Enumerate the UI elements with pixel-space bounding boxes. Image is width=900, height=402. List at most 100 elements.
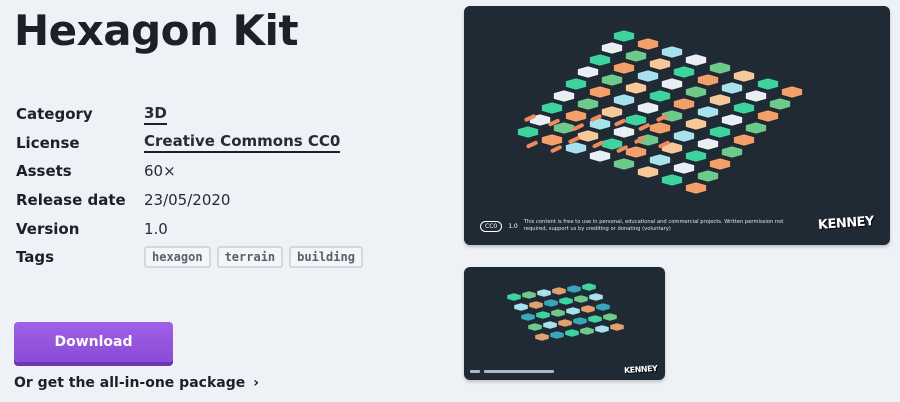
- hex-tile: [744, 89, 768, 103]
- license-link[interactable]: Creative Commons CC0: [144, 132, 341, 154]
- hex-tile: [588, 53, 612, 67]
- preview-image-main[interactable]: CC0 1.0 This content is free to use in p…: [464, 6, 890, 245]
- hex-tile: [576, 97, 600, 111]
- release-date-label: Release date: [16, 191, 126, 210]
- hex-tile: [624, 81, 648, 95]
- hex-tile: [587, 314, 603, 324]
- hex-tile: [576, 129, 600, 143]
- hex-tile: [696, 137, 720, 151]
- hex-tile: [672, 161, 696, 175]
- hex-tile: [534, 332, 550, 342]
- license-notice-mini: [470, 367, 560, 375]
- hex-tile: [612, 61, 636, 75]
- hex-tile: [552, 89, 576, 103]
- cc-notice-text: This content is free to use in personal,…: [523, 219, 784, 232]
- hex-tile: [648, 121, 672, 135]
- hex-tile: [660, 45, 684, 59]
- hex-tile: [521, 290, 537, 300]
- hex-tile: [594, 324, 610, 334]
- hex-tiles-illustration: [516, 29, 804, 195]
- hex-tile: [660, 173, 684, 187]
- hex-tile: [648, 57, 672, 71]
- hex-tile: [612, 157, 636, 171]
- hex-tile: [543, 298, 559, 308]
- hex-tile: [684, 149, 708, 163]
- hex-tile: [550, 308, 566, 318]
- preview-image-thumbnail[interactable]: KENNEY: [464, 267, 665, 380]
- hex-tile: [684, 181, 708, 195]
- asset-details: Category 3D License Creative Commons CC0…: [16, 100, 456, 272]
- road-piece: [572, 123, 584, 131]
- release-date-row: Release date 23/05/2020: [16, 186, 456, 215]
- road-piece: [614, 118, 626, 127]
- hex-tile: [600, 105, 624, 119]
- hex-tile: [609, 322, 625, 332]
- category-link[interactable]: 3D: [144, 104, 167, 125]
- hex-tile: [580, 304, 596, 314]
- tag-terrain[interactable]: terrain: [216, 246, 284, 269]
- hex-tile: [720, 81, 744, 95]
- hex-tile: [540, 101, 564, 115]
- hex-tile: [624, 49, 648, 63]
- all-in-one-link[interactable]: Or get the all-in-one package ›: [14, 375, 259, 391]
- license-row: License Creative Commons CC0: [16, 129, 456, 158]
- hex-tile: [542, 320, 558, 330]
- hex-tile: [566, 284, 582, 294]
- hex-tile: [564, 109, 588, 123]
- assets-row: Assets 60×: [16, 157, 456, 186]
- hex-tile: [756, 109, 780, 123]
- hex-tile: [513, 302, 529, 312]
- hex-tile: [602, 312, 618, 322]
- hex-tile: [708, 93, 732, 107]
- assets-value: 60×: [144, 162, 176, 181]
- hex-tile: [684, 53, 708, 67]
- tag-building[interactable]: building: [289, 246, 363, 269]
- tags-row: Tags hexagon terrain building: [16, 243, 456, 272]
- hex-tile: [696, 73, 720, 87]
- hex-tile: [564, 328, 580, 338]
- hex-tile: [565, 306, 581, 316]
- chevron-right-icon: ›: [253, 375, 259, 391]
- license-notice: CC0 1.0 This content is free to use in p…: [480, 219, 784, 233]
- hex-tile: [672, 129, 696, 143]
- hex-tile: [636, 37, 660, 51]
- hex-tile: [528, 300, 544, 310]
- license-label: License: [16, 133, 80, 152]
- hex-tile: [768, 97, 792, 111]
- assets-label: Assets: [16, 162, 72, 181]
- hex-tile: [624, 113, 648, 127]
- download-button[interactable]: Download: [14, 322, 173, 362]
- hex-tile: [612, 29, 636, 43]
- hex-tile: [588, 292, 604, 302]
- hex-tile: [636, 69, 660, 83]
- hex-tile: [588, 149, 612, 163]
- tag-hexagon[interactable]: hexagon: [144, 246, 211, 269]
- hex-tile: [708, 125, 732, 139]
- hex-tile: [684, 85, 708, 99]
- hex-tile: [506, 292, 522, 302]
- hex-tile: [549, 330, 565, 340]
- hex-tile: [696, 169, 720, 183]
- hex-tile: [708, 61, 732, 75]
- all-in-one-label: Or get the all-in-one package: [14, 375, 246, 391]
- hex-tile: [564, 77, 588, 91]
- hex-tile: [708, 157, 732, 171]
- version-value: 1.0: [144, 219, 168, 238]
- hex-tile: [540, 133, 564, 147]
- page-title: Hexagon Kit: [14, 6, 299, 55]
- release-date-value: 23/05/2020: [144, 191, 231, 210]
- hex-tile: [636, 101, 660, 115]
- hex-tile: [595, 302, 611, 312]
- hex-tile: [684, 117, 708, 131]
- hex-tile: [648, 89, 672, 103]
- hex-tile: [572, 316, 588, 326]
- hex-tile: [573, 294, 589, 304]
- hex-tile: [588, 85, 612, 99]
- hex-tile: [536, 288, 552, 298]
- hex-tile: [557, 318, 573, 328]
- hex-tile: [581, 282, 597, 292]
- hex-tile: [756, 77, 780, 91]
- hex-tile: [732, 133, 756, 147]
- hex-tile: [672, 65, 696, 79]
- hex-tile: [624, 145, 648, 159]
